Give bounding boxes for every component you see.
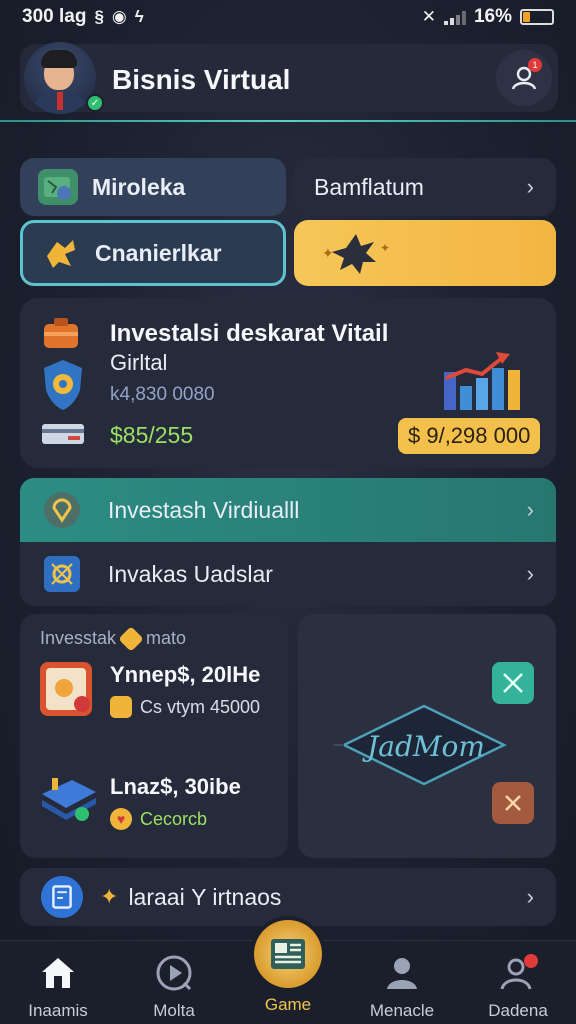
tile-cnanierlkar[interactable]: Cnanierlkar (20, 220, 286, 286)
tile-cnanierlkar-label: Cnanierlkar (95, 239, 222, 266)
svg-text:✦: ✦ (322, 246, 334, 262)
page-title: Bisnis Virtual (112, 64, 291, 95)
nav-label: Molta (153, 1001, 195, 1020)
home-icon (36, 951, 80, 995)
growth-chart-icon (444, 352, 520, 410)
battery-fill (523, 12, 530, 22)
close-icon (505, 795, 521, 811)
status-time: 300 lag (22, 6, 87, 27)
tag-badge-icon (118, 625, 144, 652)
list-item-investash[interactable]: Investash Virdiualll › (20, 478, 556, 542)
panel-heading: Invesstak (40, 628, 117, 648)
briefcase-icon (44, 318, 78, 348)
list-item-invakas[interactable]: Invakas Uadslar › (20, 542, 556, 606)
brand-logo-text: JadMom (367, 730, 485, 763)
profile-button[interactable]: 1 (496, 50, 552, 106)
chevron-right-icon: › (526, 884, 534, 909)
reject-button[interactable] (492, 782, 534, 824)
nav-item-molta[interactable]: Molta (124, 951, 224, 1021)
header-divider (0, 120, 576, 122)
user-alert-icon (496, 951, 540, 995)
tile-bamflatum[interactable]: Bamflatum › (294, 158, 556, 216)
chevron-right-icon: › (526, 561, 534, 586)
app-header: ✓ Bisnis Virtual 1 (20, 42, 558, 114)
investment-green-value: $85/255 (110, 422, 194, 448)
nav-item-home[interactable]: Inaamis (8, 951, 108, 1021)
list-item[interactable]: Ynnep$, 20lHe Cs vtym 45000 (38, 660, 278, 730)
item-sub: Cs vtym 45000 (140, 696, 261, 717)
nav-item-game[interactable]: Game (238, 995, 338, 1015)
bolt-icon: ϟ (134, 7, 144, 26)
nav-label: Inaamis (28, 1001, 88, 1020)
accept-button[interactable] (492, 662, 534, 704)
tile-bamflatum-label: Bamflatum (314, 173, 424, 200)
investment-value-badge: $ 9/,298 000 (398, 418, 541, 454)
puzzle-icon (41, 235, 81, 271)
nav-label: Game (264, 995, 312, 1014)
list-item-label: Investash Virdiualll (108, 496, 300, 523)
nav-label: Dadena (488, 1001, 548, 1020)
chevron-right-icon: › (526, 497, 534, 522)
blue-stack-icon (42, 778, 96, 821)
card-icon (42, 424, 84, 444)
investment-list-panel: Invesstak mato Ynnep$, 20lHe Cs vtym 450… (20, 614, 288, 858)
person-icon (380, 951, 424, 995)
record-icon: ◉ (111, 7, 127, 26)
map-icon (38, 169, 78, 205)
document-bookmark-icon (40, 875, 84, 919)
notification-badge: 1 (528, 58, 542, 72)
signal-bars-icon (443, 9, 466, 25)
game-center-button[interactable] (254, 920, 322, 988)
list-item-label: larаaі Y irtnaos (128, 883, 282, 910)
brand-panel[interactable]: JadMom (298, 614, 556, 858)
investment-card[interactable]: Investalsi deskarat Vitail Girltal k4,83… (20, 298, 556, 468)
panel-heading-tag: mato (146, 628, 187, 648)
nav-item-menacle[interactable]: Menacle (352, 951, 452, 1021)
gear-box-icon (40, 552, 84, 596)
item-title: Ynnep$, 20lHe (110, 662, 261, 687)
newspaper-icon (271, 939, 305, 969)
document-icon (40, 662, 92, 716)
nav-label: Menacle (369, 1001, 435, 1020)
gold-coin-icon (110, 696, 132, 718)
shield-gear-icon (44, 360, 82, 410)
investment-title: Investalsi deskarat Vitail (110, 320, 389, 347)
tile-featured[interactable]: ✦ ✦ (294, 220, 556, 286)
chevron-right-icon: › (526, 174, 534, 199)
verified-badge-icon: ✓ (86, 94, 104, 112)
investment-sub-value: k4,830 0080 (110, 384, 215, 405)
item-title: Lnaz$, 30ibe (110, 774, 241, 799)
nav-item-dadena[interactable]: Dadena (468, 951, 568, 1021)
tile-miroleka[interactable]: Miroleka (20, 158, 286, 216)
battery-icon (520, 9, 554, 25)
list-item-label: Invakas Uadslar (108, 560, 273, 587)
tile-miroleka-label: Miroleka (92, 173, 186, 200)
battery-percent: 16% (473, 6, 512, 27)
svg-text:✦: ✦ (380, 241, 390, 255)
wifi-off-icon: ✕ (421, 7, 436, 26)
location-pin-icon (40, 488, 84, 532)
heart-coin-icon: ♥ (110, 808, 132, 830)
list-item[interactable]: Lnaz$, 30ibe ♥ Cecorcb (38, 768, 278, 838)
burst-star-icon: ✦ ✦ (322, 234, 390, 274)
play-circle-icon (152, 951, 196, 995)
investment-title-line2: Girltal (110, 350, 168, 375)
item-sub: Cecorcb (140, 808, 208, 829)
s-icon: § (94, 7, 104, 26)
list-item-footer[interactable]: ✦ larаaі Y irtnaos › (20, 868, 556, 926)
crossed-arrows-icon (503, 673, 523, 693)
status-bar: 300 lag § ◉ ϟ ✕ 16% (0, 0, 576, 34)
spark-icon: ✦ (100, 884, 119, 909)
